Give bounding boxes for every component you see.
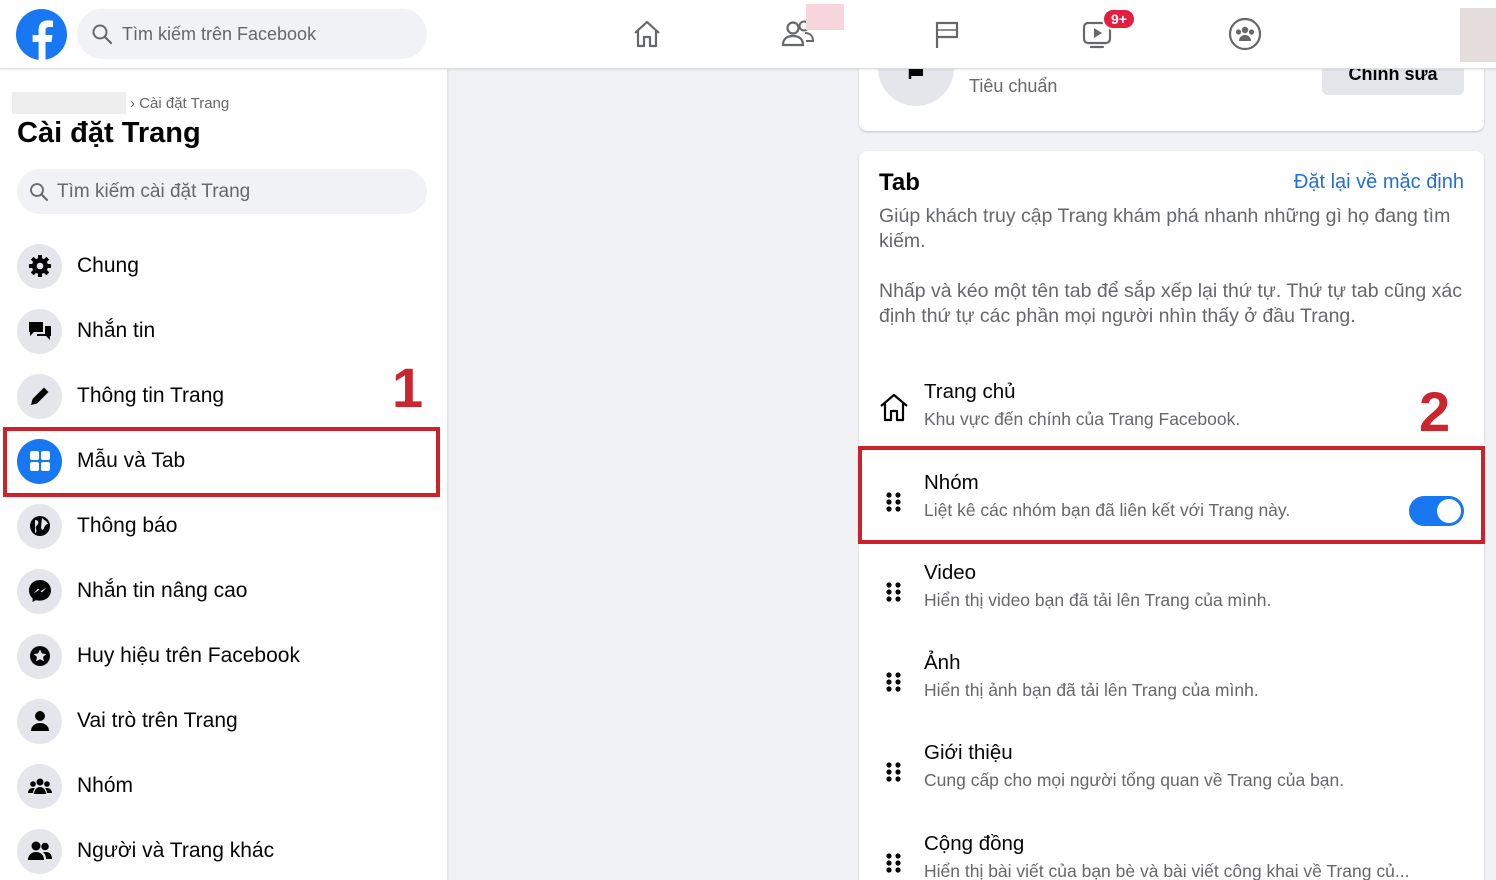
top-navigation-bar: Tìm kiếm trên Facebook 9+ <box>0 0 1496 69</box>
search-placeholder: Tìm kiếm trên Facebook <box>122 23 317 44</box>
notification-count-badge: 9+ <box>1102 8 1136 30</box>
sidebar-item-notifications[interactable]: Thông báo <box>10 495 436 557</box>
tab-name: Ảnh <box>924 651 961 674</box>
sidebar-item-messaging[interactable]: Nhắn tin <box>10 300 436 362</box>
person-icon <box>17 698 62 744</box>
sidebar-item-label: Nhóm <box>77 774 134 797</box>
sidebar-item-page-info[interactable]: Thông tin Trang <box>10 365 436 427</box>
drag-handle-icon[interactable] <box>884 581 904 609</box>
drag-handle-icon[interactable] <box>884 761 904 789</box>
tabs-description: Giúp khách truy cập Trang khám phá nhanh… <box>879 205 1451 252</box>
group-icon <box>17 763 62 809</box>
tab-row-home[interactable]: Trang chủ Khu vực đến chính của Trang Fa… <box>859 372 1484 456</box>
blurred-notification <box>806 4 844 30</box>
blurred-page-name[interactable] <box>12 92 126 114</box>
home-icon <box>880 393 908 422</box>
settings-search-placeholder: Tìm kiếm cài đặt Trang <box>57 180 251 202</box>
drag-handle-icon[interactable] <box>884 852 904 880</box>
gear-icon <box>17 243 62 289</box>
annotation-step-2: 2 <box>1419 380 1451 443</box>
pages-flag-icon[interactable] <box>926 14 966 54</box>
globe-icon <box>17 503 62 549</box>
messenger-icon <box>17 568 62 614</box>
tab-description: Khu vực đến chính của Trang Facebook. <box>924 409 1241 429</box>
template-subtitle: Tiêu chuẩn <box>969 76 1058 96</box>
breadcrumb-current: Cài đặt Trang <box>139 94 230 112</box>
search-icon <box>30 182 48 201</box>
sidebar-item-page-roles[interactable]: Vai trò trên Trang <box>10 690 436 752</box>
tab-row-video[interactable]: Video Hiển thị video bạn đã tải lên Tran… <box>859 553 1484 637</box>
sidebar-item-label: Vai trò trên Trang <box>77 709 238 732</box>
tab-row-community[interactable]: Cộng đồng Hiển thị bài viết của bạn bè v… <box>859 824 1484 880</box>
tab-name: Giới thiệu <box>924 741 1013 764</box>
star-badge-icon <box>17 633 62 679</box>
account-avatar[interactable] <box>1460 8 1496 62</box>
tab-description: Cung cấp cho mọi người tổng quan về Tran… <box>924 770 1345 790</box>
sidebar-item-label: Người và Trang khác <box>77 839 275 862</box>
facebook-search-input[interactable]: Tìm kiếm trên Facebook <box>77 9 427 59</box>
tab-description: Hiển thị bài viết của bạn bè và bài viết… <box>924 861 1410 880</box>
pencil-icon <box>17 373 62 419</box>
sidebar-item-advanced-messaging[interactable]: Nhắn tin nâng cao <box>10 560 436 622</box>
tab-description: Hiển thị video bạn đã tải lên Trang của … <box>924 590 1272 610</box>
sidebar-item-general[interactable]: Chung <box>10 235 436 297</box>
tabs-instruction: Nhấp và kéo một tên tab để sắp xếp lại t… <box>879 280 1463 327</box>
breadcrumb: › Cài đặt Trang <box>12 92 229 114</box>
tabs-title: Tab <box>879 169 920 196</box>
reset-to-default-link[interactable]: Đặt lại về mặc định <box>1294 171 1464 194</box>
groups-icon[interactable] <box>1225 14 1265 54</box>
people-icon <box>17 828 62 874</box>
facebook-logo-icon[interactable] <box>16 9 67 60</box>
tab-name: Cộng đồng <box>924 832 1025 855</box>
tab-row-photos[interactable]: Ảnh Hiển thị ảnh bạn đã tải lên Trang củ… <box>859 643 1484 727</box>
tab-name: Video <box>924 561 977 584</box>
tab-row-about[interactable]: Giới thiệu Cung cấp cho mọi người tổng q… <box>859 733 1484 817</box>
tab-description: Hiển thị ảnh bạn đã tải lên Trang của mì… <box>924 680 1259 700</box>
sidebar-item-label: Thông báo <box>77 514 178 537</box>
annotation-highlight-box-2 <box>858 446 1485 544</box>
sidebar-item-label: Chung <box>77 254 139 277</box>
sidebar-item-label: Nhắn tin <box>77 319 156 342</box>
chat-bubbles-icon <box>17 308 62 354</box>
sidebar-item-label: Thông tin Trang <box>77 384 225 407</box>
sidebar-item-facebook-badges[interactable]: Huy hiệu trên Facebook <box>10 625 436 687</box>
sidebar-item-label: Nhắn tin nâng cao <box>77 579 248 602</box>
tab-name: Trang chủ <box>924 380 1016 403</box>
sidebar-item-people-other-pages[interactable]: Người và Trang khác <box>10 820 436 880</box>
annotation-step-1: 1 <box>392 356 424 419</box>
sidebar-item-label: Huy hiệu trên Facebook <box>77 644 300 667</box>
home-icon[interactable] <box>627 14 667 54</box>
breadcrumb-separator: › <box>130 94 140 112</box>
settings-search-input[interactable]: Tìm kiếm cài đặt Trang <box>17 169 427 214</box>
sidebar-item-groups[interactable]: Nhóm <box>10 755 436 817</box>
drag-handle-icon[interactable] <box>884 671 904 699</box>
search-icon <box>92 24 113 45</box>
annotation-highlight-box-1 <box>3 427 440 497</box>
page-title: Cài đặt Trang <box>17 117 201 149</box>
